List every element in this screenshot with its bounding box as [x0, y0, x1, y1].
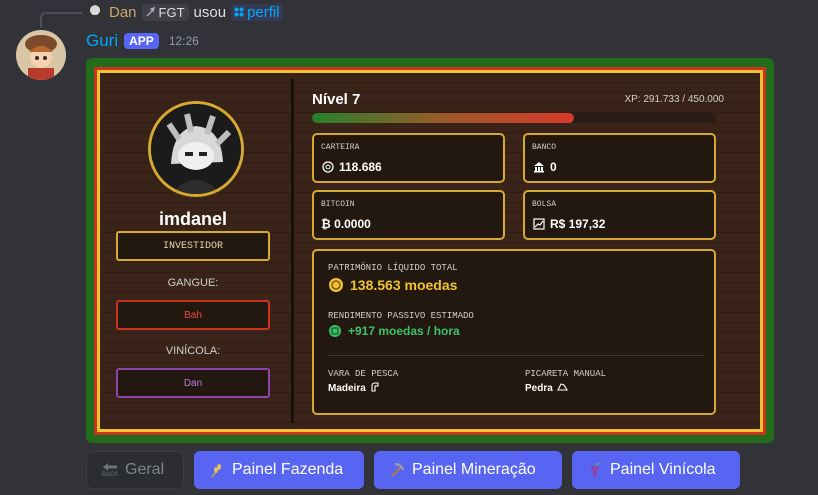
mining-panel-label: Painel Mineração	[412, 461, 536, 478]
xp-text: XP: 291.733 / 450.000	[624, 94, 724, 105]
guild-tag-text: FGT	[158, 4, 185, 20]
passive-label: RENDIMENTO PASSIVO ESTIMADO	[328, 311, 474, 321]
panel-divider	[291, 79, 294, 423]
bank-icon	[532, 161, 545, 174]
green-coin-icon	[328, 324, 342, 338]
role-badge: INVESTIDOR	[116, 231, 270, 261]
slash-command[interactable]: perfil	[231, 3, 283, 21]
app-badge: APP	[124, 33, 159, 49]
coin-icon	[321, 161, 334, 174]
card-red-border: imdanel INVESTIDOR GANGUE: Bah VINÍCOLA:…	[94, 67, 766, 435]
sword-icon	[146, 7, 155, 17]
message-timestamp[interactable]: 12:26	[169, 34, 199, 48]
bitcoin-box: BITCOIN ₿ 0.0000	[312, 190, 505, 240]
networth-box: PATRIMÔNIO LÍQUIDO TOTAL 138.563 moedas …	[312, 249, 716, 415]
fishing-rod-label: VARA DE PESCA	[328, 369, 399, 379]
bitcoin-value: ₿ 0.0000	[321, 217, 371, 231]
pickaxe-value: Pedra	[525, 382, 553, 394]
wallet-label: CARTEIRA	[321, 143, 360, 152]
card-body: imdanel INVESTIDOR GANGUE: Bah VINÍCOLA:…	[100, 73, 760, 429]
wheat-icon	[208, 461, 226, 479]
bank-label: BANCO	[532, 143, 557, 152]
reply-connector	[40, 12, 82, 28]
chart-icon	[532, 218, 545, 231]
pickaxe-label: PICARETA MANUAL	[525, 369, 607, 379]
card-gold-border: imdanel INVESTIDOR GANGUE: Bah VINÍCOLA:…	[97, 70, 763, 432]
fishing-rod-value: Madeira	[328, 382, 366, 394]
farm-panel-button[interactable]: Painel Fazenda	[194, 451, 364, 489]
stocks-value: R$ 197,32	[550, 217, 606, 231]
reply-avatar[interactable]	[86, 3, 104, 21]
profile-right-panel: Nível 7 XP: 291.733 / 450.000 CARTEIRA 1…	[312, 73, 724, 429]
reply-verb: usou	[193, 3, 227, 21]
reply-username[interactable]: Dan	[109, 4, 137, 21]
mining-panel-button[interactable]: Painel Mineração	[374, 451, 562, 489]
back-button-label: Geral	[125, 461, 165, 478]
section-separator	[328, 355, 704, 356]
pickaxe-icon	[388, 461, 406, 479]
networth-label: PATRIMÔNIO LÍQUIDO TOTAL	[328, 263, 458, 273]
bot-avatar[interactable]	[16, 30, 66, 80]
bot-username[interactable]: Guri	[86, 31, 118, 51]
guild-tag[interactable]: FGT	[141, 3, 189, 21]
profile-card-image[interactable]: imdanel INVESTIDOR GANGUE: Bah VINÍCOLA:…	[86, 58, 774, 443]
bank-value: 0	[550, 160, 557, 174]
stocks-label: BOLSA	[532, 200, 557, 209]
networth-value: 138.563 moedas	[350, 277, 458, 293]
user-avatar	[148, 101, 244, 197]
stocks-box: BOLSA R$ 197,32	[523, 190, 716, 240]
rod-tool-icon	[370, 381, 381, 395]
action-buttons: BACK Geral Painel Fazenda Painel Mineraç…	[86, 451, 740, 489]
command-name: perfil	[247, 3, 280, 21]
profile-left-panel: imdanel INVESTIDOR GANGUE: Bah VINÍCOLA:…	[100, 73, 286, 429]
passive-value: +917 moedas / hora	[348, 324, 460, 338]
message-header: Guri APP 12:26	[86, 31, 199, 51]
bank-box: BANCO 0	[523, 133, 716, 183]
bot-avatar-image	[16, 30, 66, 80]
farm-panel-label: Painel Fazenda	[232, 461, 344, 478]
app-command-icon	[234, 7, 244, 17]
wallet-value: 118.686	[339, 160, 382, 174]
xp-progress-bar	[312, 113, 716, 123]
back-general-button[interactable]: BACK Geral	[86, 451, 184, 489]
winery-label: VINÍCOLA:	[165, 345, 221, 357]
winery-badge: Dan	[116, 368, 270, 398]
user-avatar-image	[151, 104, 241, 194]
rock-icon	[556, 381, 568, 395]
level-title: Nível 7	[312, 91, 361, 108]
gold-coin-icon	[328, 277, 344, 293]
gang-badge: Bah	[116, 300, 270, 330]
back-arrow-icon: BACK	[101, 461, 119, 479]
winery-panel-button[interactable]: Painel Vinícola	[572, 451, 740, 489]
winery-panel-label: Painel Vinícola	[610, 461, 716, 478]
bitcoin-label: BITCOIN	[321, 200, 355, 209]
profile-username: imdanel	[158, 209, 228, 229]
wallet-box: CARTEIRA 118.686	[312, 133, 505, 183]
xp-progress-fill	[312, 113, 574, 123]
grapes-icon	[586, 461, 604, 479]
reply-context[interactable]: Dan FGT usou perfil	[86, 2, 283, 22]
gang-label: GANGUE:	[167, 277, 219, 289]
